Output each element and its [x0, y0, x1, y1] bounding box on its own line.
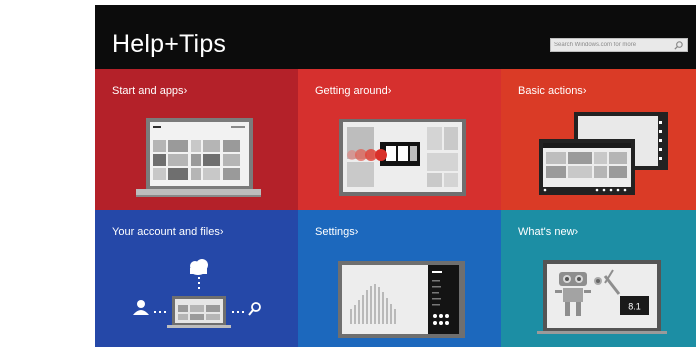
whats-new-illustration: 8.1: [537, 260, 667, 334]
tile-whats-new[interactable]: What's new› 8.1: [501, 210, 696, 347]
account-files-illustration: [133, 259, 261, 328]
tile-settings[interactable]: Settings›: [298, 210, 501, 347]
cloud-icon: [190, 259, 208, 275]
search-icon[interactable]: [673, 40, 684, 51]
tablet-swipe-illustration: [339, 119, 466, 196]
search-icon: [248, 302, 261, 316]
search-box[interactable]: [550, 38, 688, 52]
person-icon: [133, 300, 149, 315]
settings-tablet-illustration: [338, 261, 465, 338]
tile-start-and-apps[interactable]: Start and apps›: [95, 69, 298, 210]
tile-your-account-and-files[interactable]: Your account and files›: [95, 210, 298, 347]
laptop-start-screen-illustration: [136, 118, 261, 197]
two-tablets-illustration: [539, 112, 668, 195]
version-badge: 8.1: [628, 302, 641, 312]
search-input[interactable]: [551, 39, 672, 51]
app-title: Help+Tips: [112, 30, 227, 58]
help-tips-app: Help+Tips Start and apps›: [95, 5, 696, 347]
tile-getting-around[interactable]: Getting around›: [298, 69, 501, 210]
tile-basic-actions[interactable]: Basic actions›: [501, 69, 696, 210]
